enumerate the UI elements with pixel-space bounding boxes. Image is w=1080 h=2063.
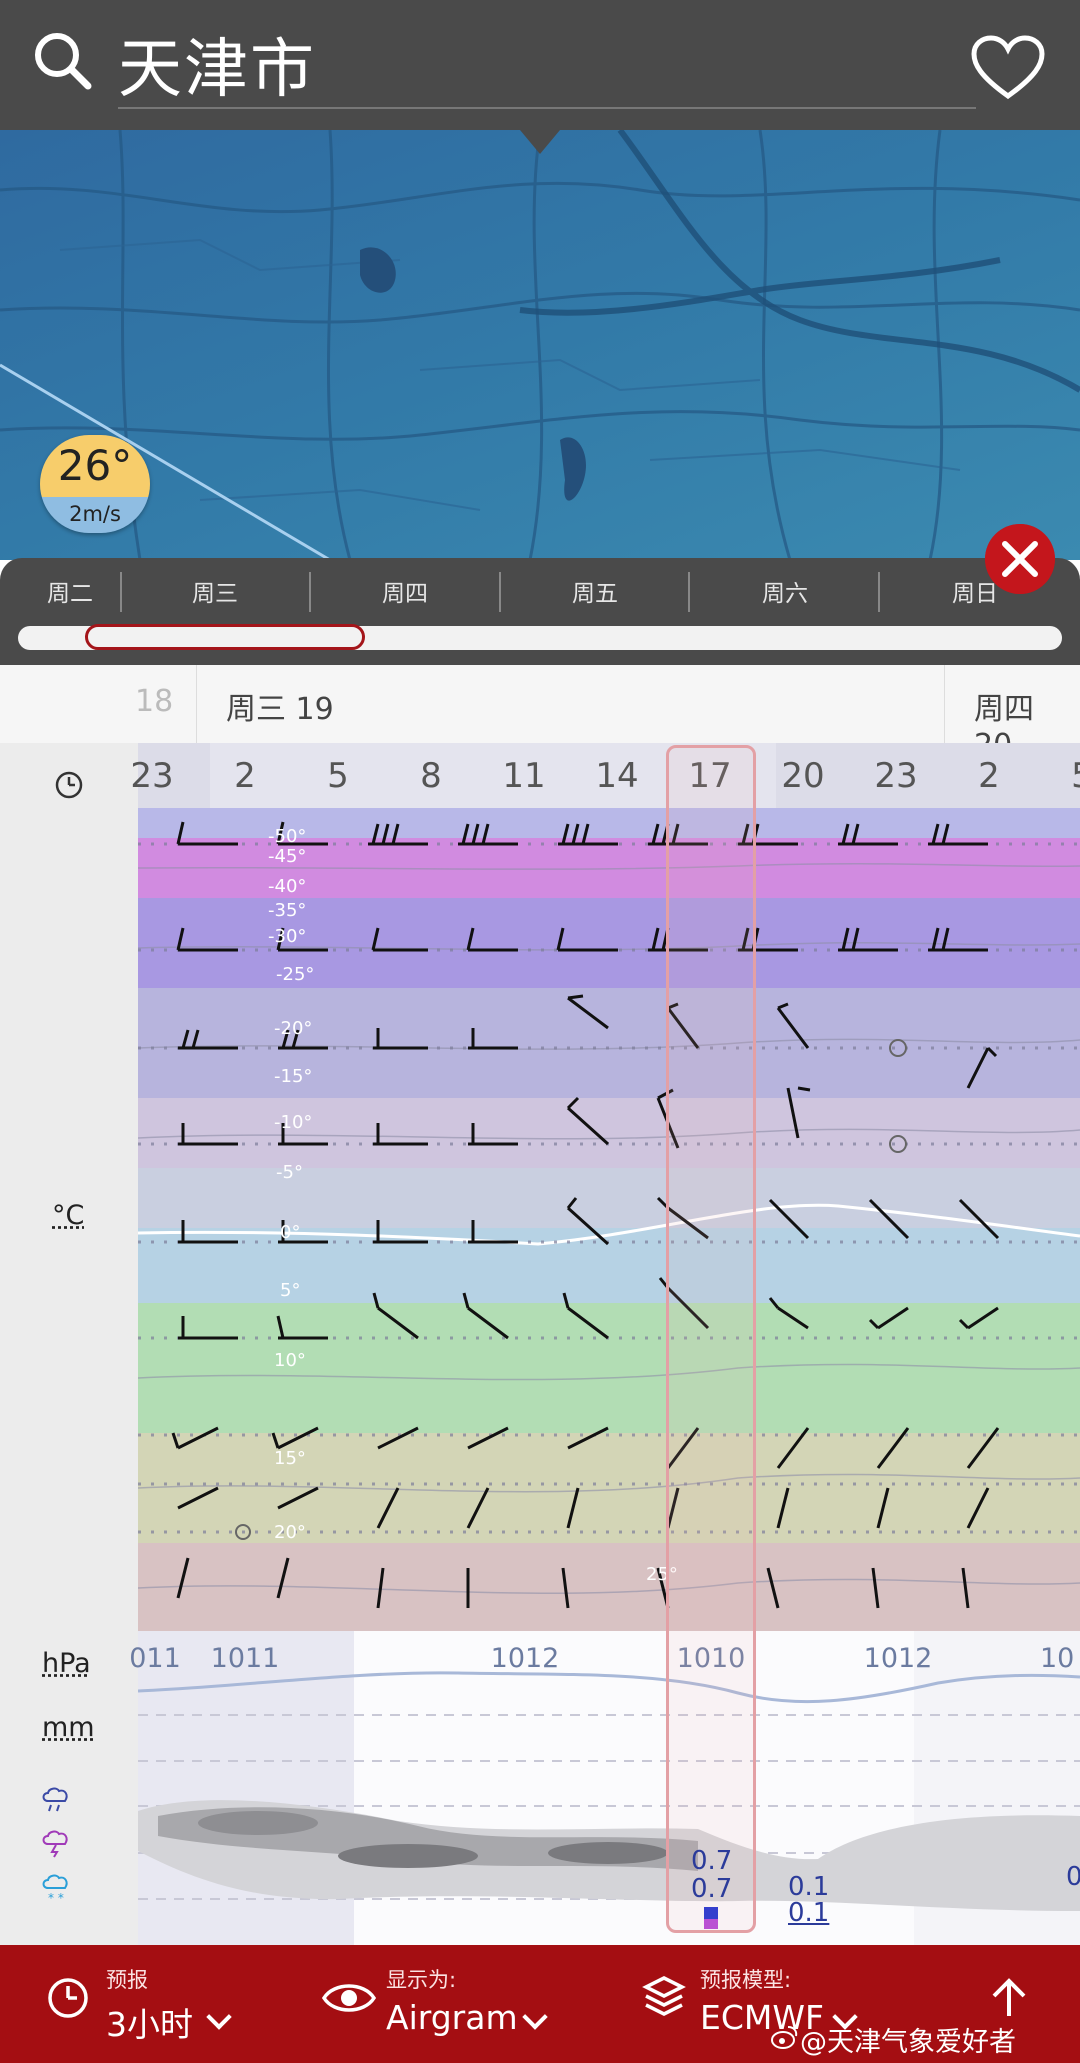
- precip-unit: mm: [42, 1712, 95, 1743]
- hour-label: 5: [1042, 756, 1080, 796]
- day-separator: [499, 572, 501, 612]
- pressure-precip-panel: [138, 1631, 1080, 1945]
- isotherm-label: 5°: [280, 1280, 300, 1301]
- display-as-label: 显示为:: [386, 1964, 456, 1994]
- day-separator: [688, 572, 690, 612]
- hour-label: 20: [763, 756, 843, 796]
- rain-icon: [40, 1785, 72, 1815]
- airgram-chart[interactable]: -50° -45° -40° -35° -30° -25° -20° -15° …: [138, 808, 1080, 1631]
- pressure-value: 1012: [848, 1643, 948, 1674]
- precip-value: 0.7: [691, 1874, 732, 1904]
- unit-column: [0, 743, 138, 1945]
- snow-icon: * *: [40, 1872, 72, 1904]
- pressure-value: 011: [105, 1643, 205, 1674]
- timeline-slider-thumb[interactable]: [85, 624, 365, 650]
- day-separator: [309, 572, 311, 612]
- isotherm-label: -10°: [274, 1112, 312, 1133]
- isotherm-label: -45°: [268, 846, 306, 867]
- day-tab[interactable]: 周六: [735, 574, 835, 608]
- map-roads: [0, 130, 1080, 560]
- day-separator: [120, 572, 122, 612]
- city-search-field[interactable]: 天津市: [118, 18, 316, 110]
- isotherm-label: -30°: [268, 926, 306, 947]
- day-tab[interactable]: 周五: [545, 574, 645, 608]
- isotherm-label: 0°: [280, 1222, 300, 1243]
- thunderstorm-icon: [40, 1828, 72, 1858]
- forecast-step-label: 预报: [106, 1964, 148, 1994]
- isotherm-label: -35°: [268, 900, 306, 921]
- day-tab[interactable]: 周三: [165, 574, 265, 608]
- isotherm-label: 10°: [274, 1350, 306, 1371]
- date-current: 周三 19: [226, 684, 334, 728]
- search-underline: [118, 107, 976, 109]
- day-separator: [878, 572, 880, 612]
- isotherm-label: -5°: [276, 1162, 303, 1183]
- hour-label: 11: [484, 756, 564, 796]
- isotherm-label: -20°: [274, 1018, 312, 1039]
- day-tab[interactable]: 周四: [355, 574, 455, 608]
- pressure-value: 1011: [195, 1643, 295, 1674]
- marker-wind-speed: 2m/s: [40, 497, 150, 533]
- map-view[interactable]: [0, 130, 1080, 560]
- day-tab[interactable]: 周二: [20, 574, 120, 608]
- eye-icon[interactable]: [322, 1978, 376, 2018]
- isotherm-label: 20°: [274, 1522, 306, 1543]
- share-upload-icon[interactable]: [986, 1976, 1032, 2024]
- location-temperature-marker[interactable]: 26° 2m/s: [40, 435, 150, 533]
- hour-label: 2: [949, 756, 1029, 796]
- isotherm-label: -25°: [276, 964, 314, 985]
- date-divider: [196, 665, 197, 743]
- search-icon[interactable]: [32, 30, 92, 90]
- hour-label: 23: [112, 756, 192, 796]
- temperature-unit: °C: [52, 1200, 84, 1231]
- pressure-value: 1012: [475, 1643, 575, 1674]
- pressure-precip-canvas: [138, 1631, 1080, 1945]
- hour-label: 5: [298, 756, 378, 796]
- svg-text:* *: * *: [48, 1891, 64, 1904]
- map-pointer: [520, 130, 560, 154]
- watermark: @天津气象爱好者: [800, 2020, 1016, 2059]
- layers-icon[interactable]: [642, 1974, 686, 2020]
- hour-label: 8: [391, 756, 471, 796]
- precip-value: 0.1: [788, 1898, 829, 1928]
- marker-temperature: 26°: [40, 435, 150, 497]
- close-icon[interactable]: [985, 524, 1055, 594]
- pressure-unit: hPa: [42, 1648, 91, 1679]
- forecast-step-value[interactable]: 3小时: [106, 1998, 193, 2046]
- hour-label: 14: [577, 756, 657, 796]
- display-as-value[interactable]: Airgram: [386, 1998, 518, 2037]
- pressure-value: 10: [1040, 1643, 1080, 1674]
- hour-label: 23: [856, 756, 936, 796]
- isotherm-label: -50°: [268, 826, 306, 847]
- weibo-icon: [770, 2024, 798, 2050]
- date-prev: 18: [135, 684, 173, 719]
- isotherm-label: -15°: [274, 1066, 312, 1087]
- precip-value: 0.7: [691, 1846, 732, 1876]
- selected-time-highlight[interactable]: [666, 745, 756, 1933]
- clock-icon[interactable]: [46, 1976, 90, 2020]
- isotherm-label: -40°: [268, 876, 306, 897]
- favorite-heart-icon[interactable]: [970, 34, 1046, 100]
- hour-label: 2: [205, 756, 285, 796]
- isotherm-label: 15°: [274, 1448, 306, 1469]
- date-divider: [944, 665, 945, 743]
- precip-value: 0: [1066, 1862, 1080, 1892]
- forecast-model-label: 预报模型:: [700, 1964, 791, 1994]
- clock-icon: [54, 770, 84, 800]
